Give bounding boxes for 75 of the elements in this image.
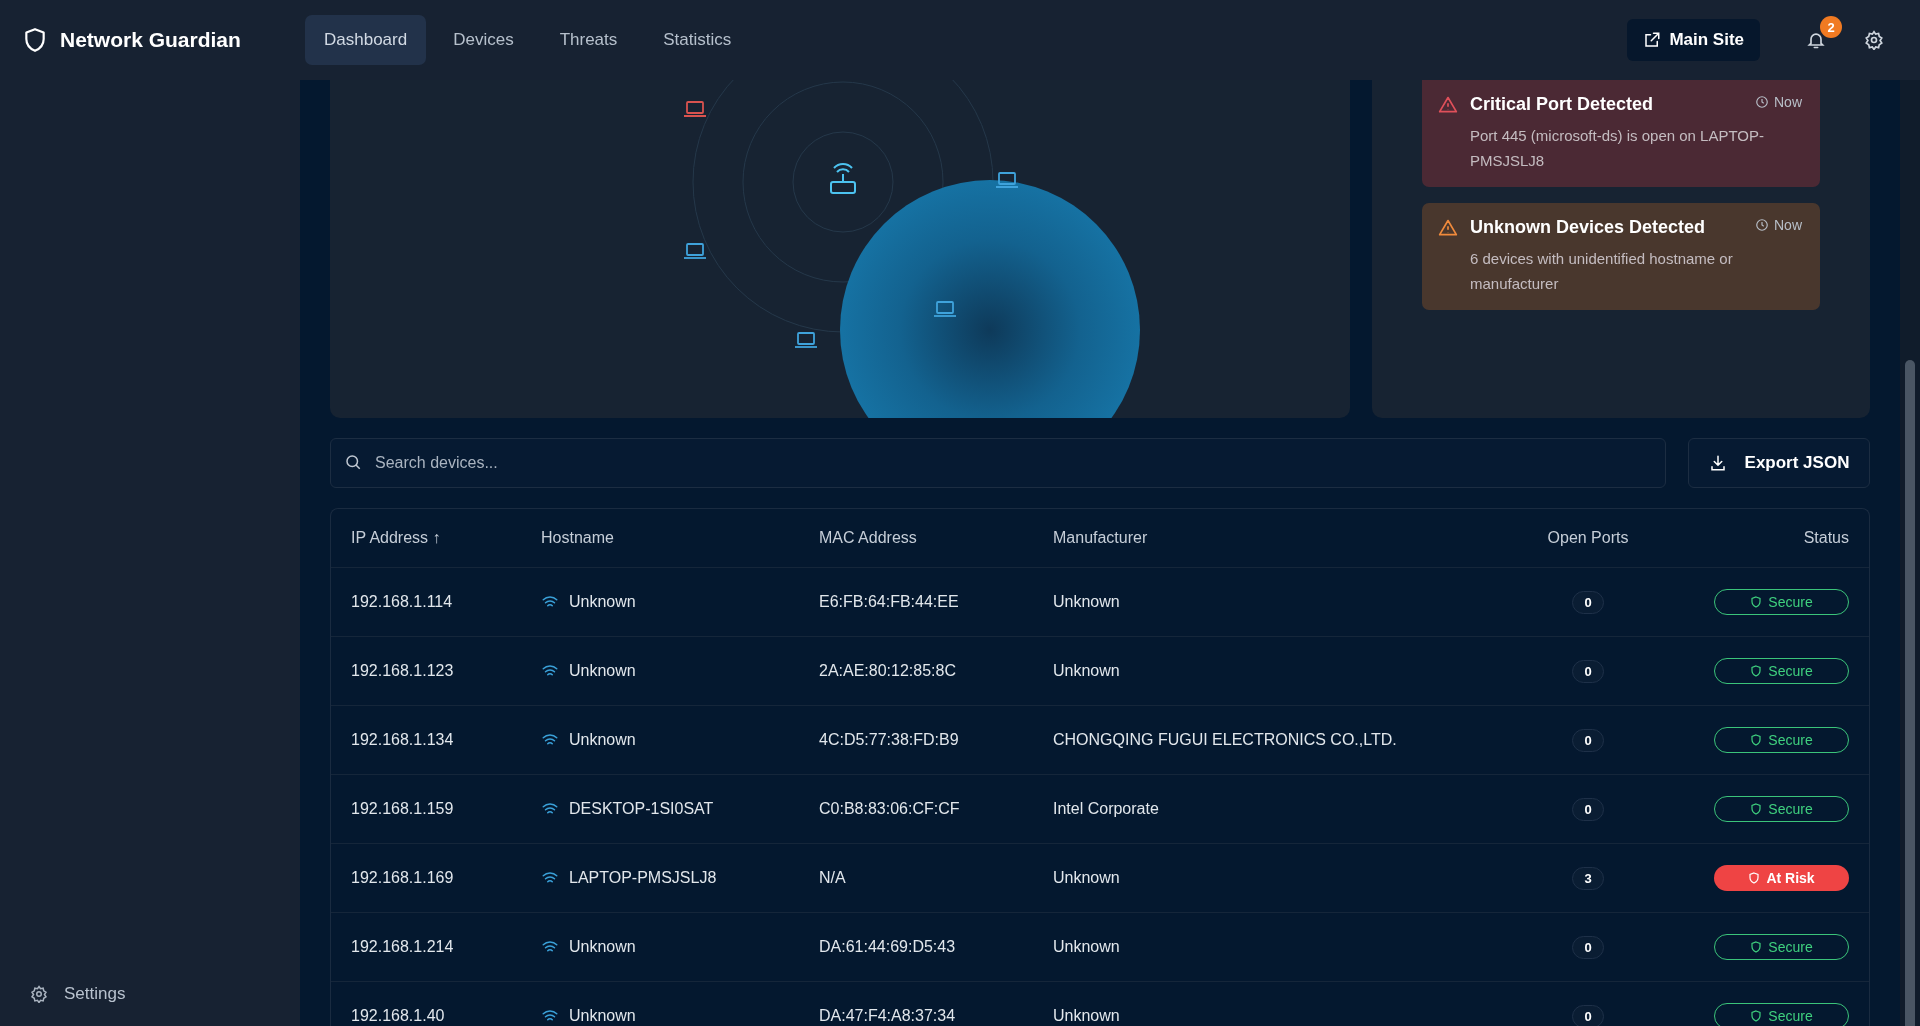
ip-cell-text: 192.168.1.134 <box>351 731 455 749</box>
ip-cell-text: 192.168.1.169 <box>351 869 455 887</box>
clock-icon <box>1755 95 1769 109</box>
column-header: Open Ports <box>1546 529 1630 547</box>
warning-icon <box>1438 218 1458 238</box>
nav-tab[interactable]: Dashboard <box>305 15 427 65</box>
settings-link[interactable]: Settings <box>30 984 300 1004</box>
alert-time: Now <box>1755 217 1802 233</box>
hostname-cell: Unknown <box>569 593 636 611</box>
hostname-cell: Unknown <box>569 731 636 749</box>
ip-cell-text: 192.168.1.214 <box>351 938 455 956</box>
mac-cell-text: 2A:AE:80:12:85:8C <box>819 662 957 680</box>
manufacturer-cell-text: Unknown <box>1053 938 1121 956</box>
manufacturer-cell-text: Unknown <box>1053 1007 1121 1025</box>
bell-icon[interactable] <box>1806 30 1826 50</box>
column-header: Manufacturer <box>1053 529 1149 547</box>
mac-cell-text: DA:61:44:69:D5:43 <box>819 938 957 956</box>
external-link-icon <box>1643 31 1662 49</box>
hostname-cell: DESKTOP-1SI0SAT <box>569 800 714 818</box>
port-count: 3 <box>1572 866 1604 890</box>
port-count: 0 <box>1572 935 1604 959</box>
main-site-button[interactable]: Main Site <box>1627 19 1760 61</box>
mac-cell-text: DA:47:F4:A8:37:34 <box>819 1007 957 1025</box>
clock-icon <box>1755 218 1769 232</box>
laptop-icon[interactable] <box>683 243 707 259</box>
status-badge: At Risk <box>1714 865 1849 891</box>
laptop-icon[interactable] <box>683 101 707 117</box>
alert-title: Unknown Devices Detected <box>1470 217 1706 238</box>
router-icon <box>830 162 856 194</box>
settings-icon <box>30 985 48 1003</box>
manufacturer-cell-text: Unknown <box>1053 593 1121 611</box>
download-icon <box>1708 454 1727 472</box>
shield-icon <box>22 27 48 53</box>
alert-message: 6 devices with unidentified hostname or manufacturer <box>1470 249 1734 294</box>
manufacturer-cell-text: Unknown <box>1053 662 1121 680</box>
warning-icon <box>1438 95 1458 115</box>
manufacturer-cell-text: Intel Corporate <box>1053 800 1160 818</box>
ip-cell-text: 192.168.1.123 <box>351 662 455 680</box>
laptop-icon[interactable] <box>995 172 1019 188</box>
alert-title: Critical Port Detected <box>1470 94 1654 115</box>
manufacturer-cell-text: Unknown <box>1053 869 1121 887</box>
mac-cell-text: 4C:D5:77:38:FD:B9 <box>819 731 960 749</box>
ip-cell-text: 192.168.1.159 <box>351 800 455 818</box>
manufacturer-cell-text: CHONGQING FUGUI ELECTRONICS CO.,LTD. <box>1053 731 1398 749</box>
port-count: 0 <box>1572 659 1604 683</box>
app-title: Network Guardian <box>60 28 241 52</box>
alert-time: Now <box>1755 94 1802 110</box>
export-button[interactable]: Export JSON <box>1688 438 1870 488</box>
ip-cell-text: 192.168.1.114 <box>351 593 454 611</box>
alert-message: Port 445 (microsoft-ds) is open on LAPTOP-PMSJSLJ8 <box>1470 126 1765 171</box>
hostname-cell: Unknown <box>569 938 636 956</box>
mac-cell-text: E6:FB:64:FB:44:EE <box>819 593 960 611</box>
nav-tab[interactable]: Devices <box>434 15 533 65</box>
laptop-icon[interactable] <box>933 301 957 317</box>
hostname-cell: Unknown <box>569 1007 636 1025</box>
nav-tab[interactable]: Threats <box>540 15 637 65</box>
ip-cell-text: 192.168.1.40 <box>351 1007 446 1025</box>
hostname-cell: Unknown <box>569 662 636 680</box>
column-header: Hostname <box>541 529 615 547</box>
notification-badge: 2 <box>1820 16 1842 38</box>
port-count: 0 <box>1572 797 1604 821</box>
nav-tab[interactable]: Statistics <box>644 15 751 65</box>
column-header: Status <box>1802 529 1849 547</box>
port-count: 0 <box>1572 1004 1604 1026</box>
scrollbar[interactable] <box>1900 80 1920 1026</box>
column-header[interactable]: IP Address ↑ <box>351 529 541 547</box>
mac-cell-text: C0:B8:83:06:CF:CF <box>819 800 961 818</box>
port-count: 0 <box>1572 728 1604 752</box>
port-count: 0 <box>1572 590 1604 614</box>
mac-cell-text: N/A <box>819 869 847 887</box>
hostname-cell: LAPTOP-PMSJSLJ8 <box>569 869 717 887</box>
laptop-icon[interactable] <box>794 332 818 348</box>
search-field[interactable]: Search devices... <box>330 438 1666 488</box>
column-header: MAC Address <box>819 529 918 547</box>
settings-icon[interactable] <box>1864 30 1884 50</box>
